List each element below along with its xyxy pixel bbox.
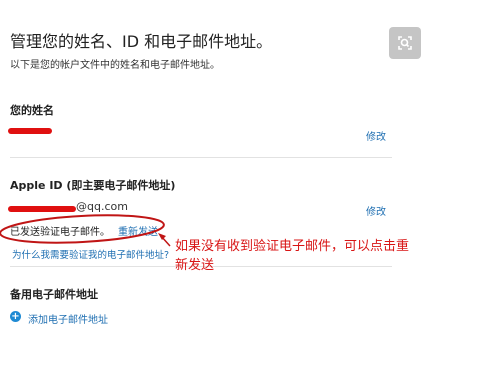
annotation-arrow-head (158, 233, 166, 240)
annotation-text-line2: 新发送 (175, 258, 215, 273)
annotation-circle (0, 214, 165, 244)
annotation-overlay (0, 214, 171, 247)
annotation-text-line1: 如果没有收到验证电子邮件，可以点击重 (175, 239, 410, 254)
